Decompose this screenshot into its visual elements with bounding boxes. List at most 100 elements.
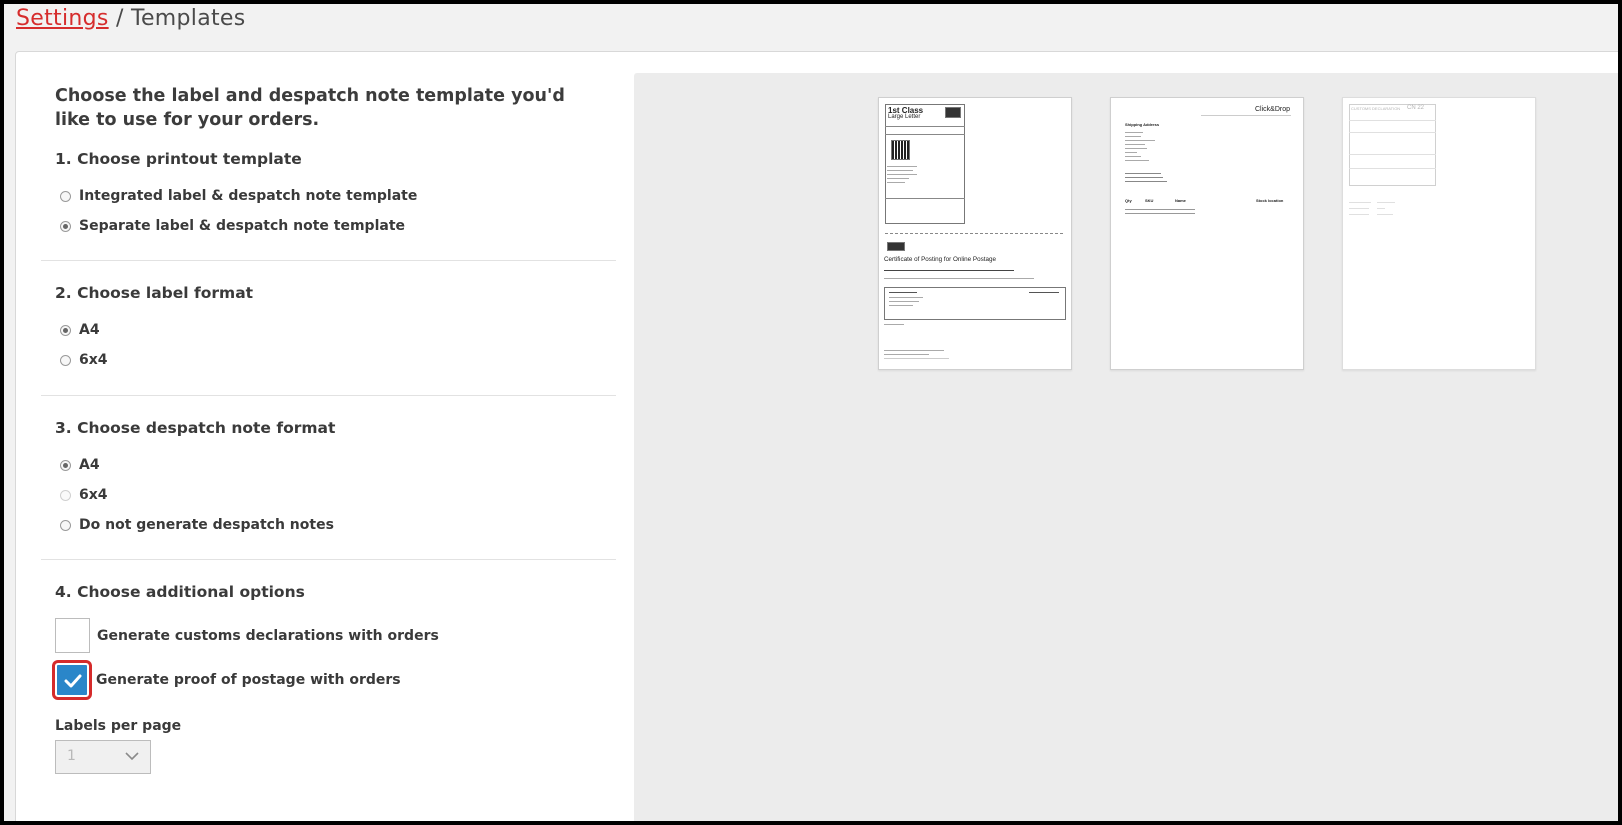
despatch-brand: Click&Drop <box>1254 106 1290 113</box>
text-line <box>884 354 929 355</box>
despatch-note-template-thumbnail[interactable]: Click&Drop Shipping Address Qty SKU Name… <box>1110 97 1304 370</box>
text-line <box>889 301 919 302</box>
radio-indicator <box>60 489 71 501</box>
text-line <box>1125 177 1163 178</box>
col-name: Name <box>1175 198 1186 203</box>
col-stock-location: Stock location <box>1256 198 1284 203</box>
text-line <box>1125 152 1137 153</box>
integrated-template-radio[interactable]: Integrated label & despatch note templat… <box>60 188 417 204</box>
labels-per-page-value: 1 <box>67 748 76 764</box>
breadcrumb: Settings / Templates <box>16 6 246 31</box>
radio-indicator <box>60 354 71 366</box>
checkmark-icon <box>64 674 82 688</box>
radio-indicator <box>60 519 71 531</box>
section-divider <box>41 559 616 560</box>
text-line <box>1029 292 1059 293</box>
templates-panel: Choose the label and despatch note templ… <box>15 51 1618 821</box>
barcode-icon <box>891 140 910 160</box>
text-line <box>1125 213 1195 214</box>
text-line <box>1125 144 1145 145</box>
chevron-down-icon <box>125 752 139 761</box>
breadcrumb-settings-link[interactable]: Settings <box>16 6 109 31</box>
text-line <box>1125 160 1149 161</box>
label-format-6x4-radio[interactable]: 6x4 <box>60 352 108 368</box>
radio-label: Integrated label & despatch note templat… <box>79 188 418 204</box>
text-line <box>1377 202 1395 203</box>
printout-template-heading: 1. Choose printout template <box>55 150 302 168</box>
text-line <box>889 305 913 306</box>
text-line <box>1377 208 1385 209</box>
divider-line <box>1349 120 1436 121</box>
address-text-line <box>887 170 913 171</box>
royal-mail-logo-icon <box>945 107 961 118</box>
radio-label: A4 <box>79 457 100 473</box>
text-line <box>884 350 944 351</box>
proof-of-postage-checkbox[interactable] <box>55 663 89 697</box>
address-text-line <box>887 182 905 183</box>
radio-indicator <box>60 459 71 471</box>
text-line <box>1125 132 1143 133</box>
label-template-thumbnail[interactable]: 1st Class Large Letter Certificate of Po… <box>878 97 1072 370</box>
text-line <box>1349 214 1369 215</box>
radio-indicator <box>60 190 71 202</box>
label-format-a4-radio[interactable]: A4 <box>60 322 100 338</box>
radio-indicator <box>60 324 71 336</box>
breadcrumb-current: Templates <box>130 6 246 31</box>
despatch-format-heading: 3. Choose despatch note format <box>55 419 336 437</box>
text-line <box>1125 156 1141 157</box>
radio-label: Separate label & despatch note template <box>79 218 406 234</box>
address-text-line <box>887 174 917 175</box>
label-format-text: Large Letter <box>888 114 921 120</box>
section-divider <box>41 395 616 396</box>
template-preview-area: 1st Class Large Letter Certificate of Po… <box>634 73 1618 821</box>
checkbox-label: Generate proof of postage with orders <box>96 672 401 688</box>
radio-label: A4 <box>79 322 100 338</box>
text-line <box>884 270 1014 271</box>
certificate-title: Certificate of Posting for Online Postag… <box>884 256 997 263</box>
proof-of-postage-option[interactable]: Generate proof of postage with orders <box>55 663 401 697</box>
radio-indicator <box>60 220 71 232</box>
despatch-format-6x4-radio[interactable]: 6x4 <box>60 487 108 503</box>
divider-line <box>1349 154 1436 155</box>
text-line <box>1349 208 1369 209</box>
radio-label: Do not generate despatch notes <box>79 517 334 533</box>
labels-per-page-select[interactable]: 1 <box>55 740 151 774</box>
text-line <box>1125 209 1195 210</box>
divider-line <box>885 134 965 135</box>
col-sku: SKU <box>1145 198 1154 203</box>
col-qty: Qty <box>1125 198 1132 203</box>
text-line <box>1349 202 1371 203</box>
text-line <box>1125 140 1155 141</box>
label-format-heading: 2. Choose label format <box>55 284 254 302</box>
radio-label: 6x4 <box>79 352 108 368</box>
customs-declarations-option[interactable]: Generate customs declarations with order… <box>55 618 439 653</box>
address-text-line <box>887 166 917 167</box>
customs-title: CUSTOMS DECLARATION <box>1351 106 1401 111</box>
separate-template-radio[interactable]: Separate label & despatch note template <box>60 218 405 234</box>
text-line <box>884 278 1034 279</box>
labels-per-page-label: Labels per page <box>55 718 182 734</box>
radio-label: 6x4 <box>79 487 108 503</box>
customs-code: CN 22 <box>1407 105 1425 111</box>
text-line <box>1125 181 1167 182</box>
despatch-format-a4-radio[interactable]: A4 <box>60 457 100 473</box>
text-line <box>884 324 904 325</box>
no-despatch-notes-radio[interactable]: Do not generate despatch notes <box>60 517 334 533</box>
intro-text: Choose the label and despatch note templ… <box>55 86 565 130</box>
cut-line <box>885 233 1065 234</box>
shipping-address-heading: Shipping Address <box>1125 122 1160 127</box>
text-line <box>1125 136 1141 137</box>
customs-declaration-thumbnail[interactable]: CUSTOMS DECLARATION CN 22 <box>1342 97 1536 370</box>
customs-form-outline <box>1349 104 1436 186</box>
text-line <box>1201 115 1291 116</box>
section-divider <box>41 260 616 261</box>
divider-line <box>1349 168 1436 169</box>
app-frame: Settings / Templates Choose the label an… <box>4 4 1618 821</box>
text-line <box>889 297 923 298</box>
text-line <box>1377 214 1393 215</box>
breadcrumb-separator: / <box>115 6 124 31</box>
divider-line <box>885 198 965 199</box>
customs-declarations-checkbox[interactable] <box>55 618 90 653</box>
checkbox-label: Generate customs declarations with order… <box>97 627 439 644</box>
royal-mail-logo-icon <box>887 242 905 251</box>
